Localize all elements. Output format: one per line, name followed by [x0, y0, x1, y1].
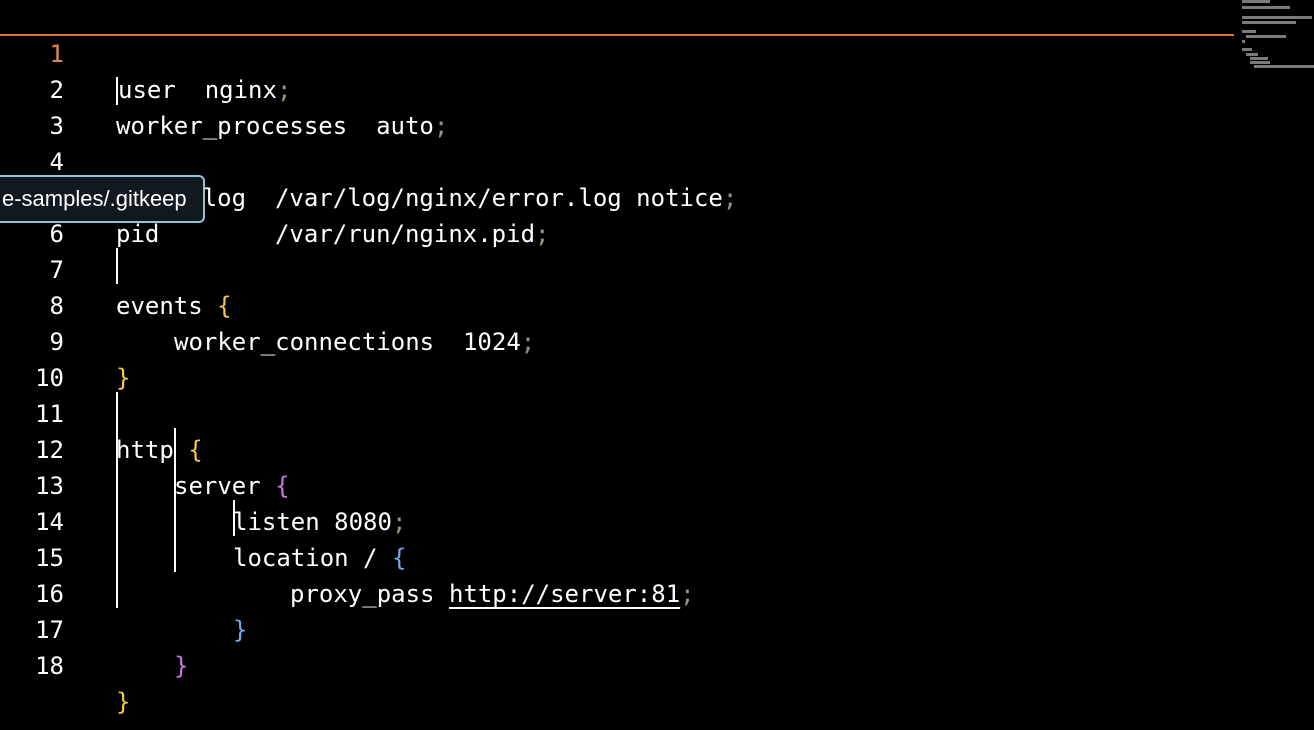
minimap-line [1242, 0, 1270, 3]
minimap-line [1250, 57, 1268, 60]
code-line[interactable]: 2 worker_processes auto; [0, 36, 1234, 140]
minimap-line [1242, 21, 1296, 24]
code-editor[interactable]: 1 user nginx; 2 worker_processes auto; 3… [0, 0, 1314, 730]
minimap-line [1246, 53, 1258, 56]
code-line[interactable]: 16 } [0, 540, 1234, 644]
code-line[interactable]: 3 [0, 72, 1234, 140]
code-line[interactable]: 12 server { [0, 396, 1234, 500]
line-number: 18 [35, 652, 64, 680]
minimap-line [1242, 6, 1290, 9]
code-line[interactable]: 13 listen 8080; [0, 432, 1234, 536]
minimap-line [1250, 61, 1270, 64]
minimap-line [1246, 35, 1286, 38]
minimap-line [1242, 16, 1312, 19]
code-line[interactable]: 18 } [0, 612, 1234, 716]
indent-guide [116, 248, 118, 284]
indent-guide [174, 428, 176, 572]
minimap[interactable] [1240, 0, 1314, 70]
indent-guide [116, 392, 118, 608]
code-line[interactable]: 15 proxy_pass http://server:81; [0, 504, 1234, 608]
code-line[interactable]: 9 } [0, 288, 1234, 392]
code-line[interactable]: 11 http { [0, 360, 1234, 464]
code-line[interactable]: 10 [0, 324, 1234, 392]
minimap-line [1242, 40, 1245, 43]
code-line[interactable]: 8 worker_connections 1024; [0, 252, 1234, 356]
minimap-line [1242, 48, 1252, 51]
brace[interactable]: } [116, 684, 130, 720]
code-line[interactable]: 4 error_log /var/log/nginx/error.log not… [0, 108, 1234, 212]
code-line[interactable]: 17 } [0, 576, 1234, 680]
code-line[interactable]: 14 location / { [0, 468, 1234, 572]
indent-guide [233, 500, 235, 536]
brace[interactable]: } [174, 648, 188, 684]
file-path-tooltip: e-samples/.gitkeep [0, 175, 205, 223]
minimap-line [1242, 30, 1256, 33]
code-line[interactable]: 1 user nginx; [0, 0, 1234, 105]
minimap-line [1254, 65, 1314, 68]
